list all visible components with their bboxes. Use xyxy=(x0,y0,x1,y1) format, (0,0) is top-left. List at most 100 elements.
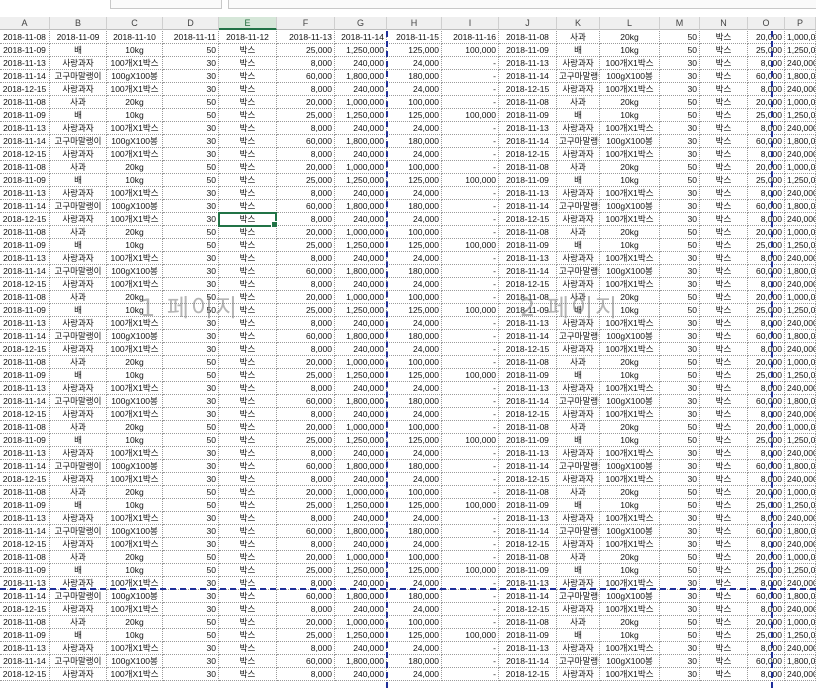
cell[interactable]: 20,000 xyxy=(748,551,785,564)
cell[interactable]: 박스 xyxy=(700,408,748,421)
cell[interactable]: - xyxy=(442,226,499,239)
cell[interactable]: 240,000 xyxy=(785,343,816,356)
cell[interactable]: 100개X1박스 xyxy=(107,317,163,330)
cell[interactable]: 20,000 xyxy=(277,421,335,434)
cell[interactable]: 1,800,000 xyxy=(785,395,816,408)
cell[interactable]: 박스 xyxy=(700,122,748,135)
cell[interactable]: 50 xyxy=(163,291,219,304)
cell[interactable]: 20,000 xyxy=(277,226,335,239)
cell[interactable]: 30 xyxy=(163,57,219,70)
cell[interactable]: 20,000 xyxy=(748,421,785,434)
cell[interactable]: 박스 xyxy=(700,564,748,577)
cell[interactable]: 100개X1박스 xyxy=(107,83,163,96)
cell[interactable]: 배 xyxy=(50,109,107,122)
cell[interactable]: 8,000 xyxy=(748,187,785,200)
cell[interactable]: 2018-11-08 xyxy=(499,421,557,434)
cell[interactable]: 180,000 xyxy=(387,655,442,668)
cell[interactable]: 2018-12-15 xyxy=(499,213,557,226)
cell[interactable]: 2018-11-08 xyxy=(0,161,50,174)
cell[interactable]: 1,000,000 xyxy=(785,96,816,109)
cell[interactable]: 박스 xyxy=(700,421,748,434)
cell[interactable]: - xyxy=(442,356,499,369)
cell[interactable]: 30 xyxy=(163,603,219,616)
cell[interactable]: 100,000 xyxy=(387,421,442,434)
cell[interactable]: 100gX100봉 xyxy=(107,395,163,408)
cell[interactable]: 박스 xyxy=(700,395,748,408)
cell[interactable]: 100개X1박스 xyxy=(107,538,163,551)
cell[interactable]: 8,000 xyxy=(277,252,335,265)
cell[interactable]: 100gX100봉 xyxy=(107,265,163,278)
cell[interactable]: 240,000 xyxy=(785,382,816,395)
cell[interactable]: 2018-11-08 xyxy=(0,356,50,369)
cell[interactable]: - xyxy=(442,590,499,603)
cell[interactable]: 박스 xyxy=(219,226,277,239)
cell[interactable]: 60,000 xyxy=(748,460,785,473)
cell[interactable]: 2018-11-13 xyxy=(499,512,557,525)
cell[interactable]: 8,000 xyxy=(748,512,785,525)
cell[interactable]: 2018-11-09 xyxy=(499,304,557,317)
cell[interactable]: 배 xyxy=(557,629,600,642)
cell[interactable]: 50 xyxy=(163,434,219,447)
cell[interactable]: 24,000 xyxy=(387,83,442,96)
cell[interactable]: 사랑과자 xyxy=(557,83,600,96)
cell[interactable]: 박스 xyxy=(700,135,748,148)
cell[interactable]: 2018-11-14 xyxy=(499,135,557,148)
cell[interactable]: 8,000 xyxy=(748,408,785,421)
cell[interactable]: 8,000 xyxy=(748,343,785,356)
cell[interactable]: 25,000 xyxy=(748,304,785,317)
cell[interactable]: 2018-11-08 xyxy=(499,356,557,369)
cell[interactable]: 1,250,000 xyxy=(785,44,816,57)
cell[interactable]: 박스 xyxy=(219,564,277,577)
cell[interactable]: 24,000 xyxy=(387,642,442,655)
cell[interactable]: 30 xyxy=(163,642,219,655)
cell[interactable]: - xyxy=(442,161,499,174)
cell[interactable]: 박스 xyxy=(700,239,748,252)
cell[interactable]: 50 xyxy=(163,421,219,434)
cell[interactable]: 240,000 xyxy=(335,278,387,291)
cell[interactable]: 100개X1박스 xyxy=(600,382,660,395)
cell[interactable]: 2018-12-15 xyxy=(499,473,557,486)
cell[interactable]: 2018-11-09 xyxy=(499,369,557,382)
cell[interactable]: 고구마말랭이 xyxy=(50,655,107,668)
cell[interactable]: 고구마말랭이 xyxy=(50,525,107,538)
cell[interactable]: 박스 xyxy=(219,629,277,642)
cell[interactable]: 100개X1박스 xyxy=(600,668,660,681)
cell[interactable]: 2018-11-13 xyxy=(0,57,50,70)
cell[interactable]: 사랑과자 xyxy=(557,382,600,395)
cell[interactable]: 24,000 xyxy=(387,187,442,200)
cell[interactable]: 50 xyxy=(660,304,700,317)
cell[interactable]: 8,000 xyxy=(277,447,335,460)
cell[interactable]: 25,000 xyxy=(748,44,785,57)
cell[interactable]: 박스 xyxy=(700,109,748,122)
cell[interactable]: 박스 xyxy=(700,473,748,486)
cell[interactable]: 박스 xyxy=(219,83,277,96)
cell[interactable]: 사랑과자 xyxy=(557,343,600,356)
cell[interactable]: 1,800,000 xyxy=(785,525,816,538)
cell[interactable]: 20kg xyxy=(600,486,660,499)
cell[interactable]: 30 xyxy=(163,382,219,395)
cell[interactable]: 박스 xyxy=(700,642,748,655)
cell[interactable]: 240,000 xyxy=(335,382,387,395)
cell[interactable]: 30 xyxy=(660,382,700,395)
cell[interactable]: 사랑과자 xyxy=(50,343,107,356)
cell[interactable]: 125,000 xyxy=(387,44,442,57)
cell[interactable]: 1,800,000 xyxy=(785,655,816,668)
cell[interactable]: - xyxy=(442,330,499,343)
cell[interactable]: 30 xyxy=(660,83,700,96)
cell[interactable]: 100개X1박스 xyxy=(600,317,660,330)
cell[interactable]: 고구마말랭이 xyxy=(557,265,600,278)
cell[interactable]: 30 xyxy=(163,187,219,200)
cell[interactable]: 240,000 xyxy=(785,57,816,70)
cell[interactable]: 사랑과자 xyxy=(50,447,107,460)
cell[interactable]: - xyxy=(442,382,499,395)
cell[interactable]: 박스 xyxy=(219,356,277,369)
cell[interactable]: 1,250,000 xyxy=(785,304,816,317)
cell[interactable]: 박스 xyxy=(700,590,748,603)
cell[interactable]: 60,000 xyxy=(277,70,335,83)
cell[interactable]: 2018-11-13 xyxy=(499,57,557,70)
cell[interactable]: 10kg xyxy=(600,44,660,57)
cell[interactable]: 2018-11-09 xyxy=(499,44,557,57)
cell[interactable]: 30 xyxy=(660,512,700,525)
cell[interactable]: 8,000 xyxy=(748,278,785,291)
cell[interactable]: 240,000 xyxy=(335,473,387,486)
